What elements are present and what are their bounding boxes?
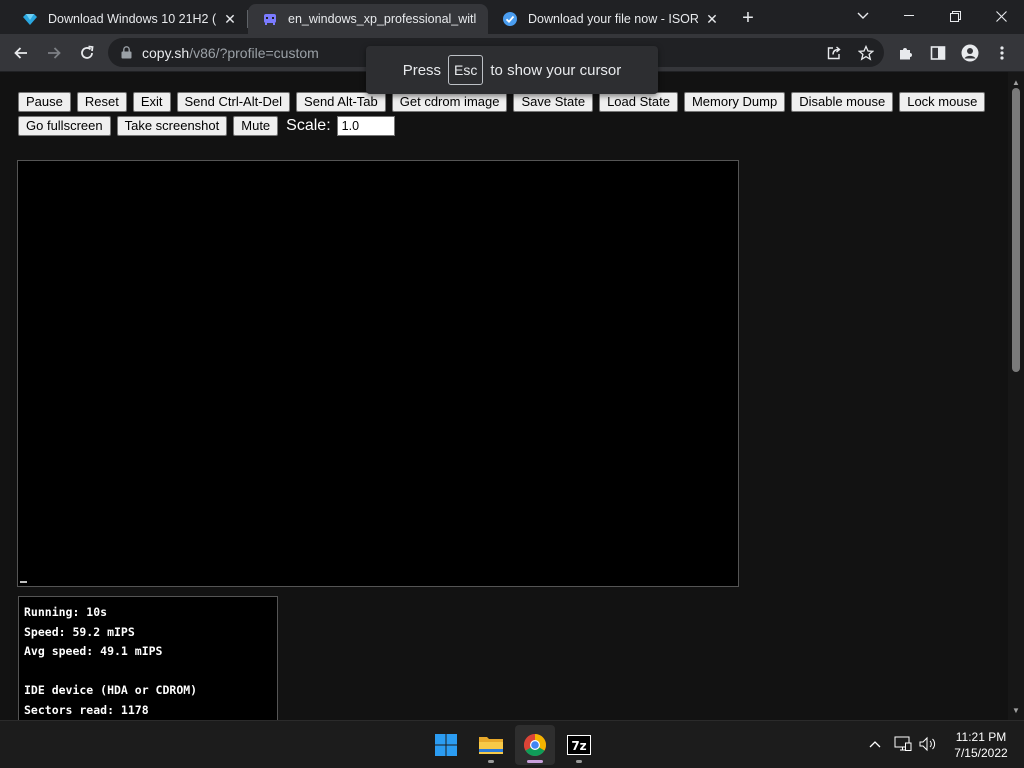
- scroll-down-arrow-icon[interactable]: ▼: [1008, 702, 1024, 718]
- close-icon[interactable]: ✕: [222, 11, 238, 27]
- pause-button[interactable]: Pause: [18, 92, 71, 112]
- go-fullscreen-button[interactable]: Go fullscreen: [18, 116, 111, 136]
- volume-icon[interactable]: [917, 733, 939, 755]
- stat-speed: Speed: 59.2 mIPS: [24, 624, 135, 639]
- send-ctrl-alt-del-button[interactable]: Send Ctrl-Alt-Del: [176, 92, 291, 112]
- lock-mouse-button[interactable]: Lock mouse: [899, 92, 986, 112]
- menu-kebab-icon[interactable]: [990, 41, 1014, 65]
- svg-text:7z: 7z: [571, 739, 586, 753]
- network-icon[interactable]: [892, 733, 914, 755]
- emulator-stats-panel: Running: 10s Speed: 59.2 mIPS Avg speed:…: [18, 596, 278, 720]
- system-clock[interactable]: 11:21 PM 7/15/2022: [944, 729, 1018, 761]
- forward-button[interactable]: [42, 41, 66, 65]
- url-text[interactable]: copy.sh/v86/?profile=custom: [142, 45, 319, 61]
- share-icon[interactable]: [822, 41, 846, 65]
- reload-button[interactable]: [75, 41, 99, 65]
- extensions-puzzle-icon[interactable]: [894, 41, 918, 65]
- close-icon[interactable]: ✕: [704, 11, 720, 27]
- tab-title: en_windows_xp_professional_witl: [288, 12, 477, 26]
- running-indicator: [488, 760, 494, 763]
- exit-button[interactable]: Exit: [132, 92, 171, 112]
- stat-ide-header: IDE device (HDA or CDROM): [24, 683, 198, 698]
- emulator-controls: Pause Reset Exit Send Ctrl-Alt-Del Send …: [18, 92, 998, 140]
- url-host: copy.sh: [142, 44, 190, 61]
- lock-icon[interactable]: [120, 46, 132, 60]
- tab-title: Download Windows 10 21H2 (Bu: [48, 12, 216, 26]
- hint-prefix: Press: [402, 61, 442, 79]
- text-cursor: [20, 581, 27, 583]
- take-screenshot-button[interactable]: Take screenshot: [116, 116, 228, 136]
- profile-avatar-icon[interactable]: [958, 41, 982, 65]
- load-state-button[interactable]: Load State: [599, 92, 678, 112]
- url-path: /v86/?profile=custom: [189, 44, 319, 61]
- tab-download-your-file[interactable]: Download your file now - ISORIV ✕: [488, 4, 728, 34]
- page-scrollbar[interactable]: ▲ ▼: [1008, 72, 1024, 720]
- restore-button[interactable]: [932, 0, 978, 32]
- check-circle-icon: [502, 11, 518, 27]
- 7zip-icon[interactable]: 7z: [559, 725, 599, 765]
- active-indicator: [527, 760, 543, 763]
- esc-key-badge: Esc: [448, 55, 484, 85]
- save-state-button[interactable]: Save State: [513, 92, 594, 112]
- tab-en-windows-xp[interactable]: en_windows_xp_professional_witl: [248, 4, 488, 34]
- scrollbar-thumb[interactable]: [1012, 88, 1020, 372]
- windows-start-icon[interactable]: [426, 725, 466, 765]
- controls-row-1: Pause Reset Exit Send Ctrl-Alt-Del Send …: [18, 92, 998, 112]
- controls-row-2: Go fullscreen Take screenshot Mute Scale…: [18, 116, 998, 136]
- archive-invader-icon: [262, 11, 278, 27]
- scale-label: Scale:: [286, 117, 331, 134]
- tab-download-windows-10[interactable]: Download Windows 10 21H2 (Bu ✕: [8, 4, 246, 34]
- back-button[interactable]: [9, 41, 33, 65]
- get-cdrom-image-button[interactable]: Get cdrom image: [391, 92, 508, 112]
- mute-button[interactable]: Mute: [233, 116, 279, 136]
- new-tab-button[interactable]: +: [736, 6, 760, 30]
- reset-button[interactable]: Reset: [76, 92, 127, 112]
- clock-time: 11:21 PM: [955, 730, 1007, 744]
- stat-running: Running: 10s: [24, 605, 108, 619]
- file-explorer-icon[interactable]: [471, 725, 511, 765]
- windows-taskbar: 7z 11:21 PM 7/15/2022: [0, 720, 1024, 768]
- memory-dump-button[interactable]: Memory Dump: [683, 92, 786, 112]
- minimize-button[interactable]: [886, 0, 932, 32]
- emulator-screen[interactable]: [17, 160, 739, 587]
- stat-avg-speed: Avg speed: 49.1 mIPS: [24, 644, 163, 659]
- scale-input[interactable]: [336, 116, 395, 136]
- running-indicator: [576, 760, 582, 763]
- stat-spacer: [24, 662, 272, 682]
- hint-suffix: to show your cursor: [490, 61, 622, 79]
- mdl-diamond-icon: [22, 11, 38, 27]
- send-alt-tab-button[interactable]: Send Alt-Tab: [296, 92, 386, 112]
- tab-title: Download your file now - ISORIV: [528, 12, 698, 26]
- stat-sectors-read: Sectors read: 1178: [24, 702, 149, 717]
- pointer-lock-hint: Press Esc to show your cursor: [366, 46, 658, 94]
- chrome-icon[interactable]: [515, 725, 555, 765]
- clock-date: 7/15/2022: [954, 746, 1008, 760]
- close-window-button[interactable]: [978, 0, 1024, 32]
- show-hidden-icons-chevron-icon[interactable]: [864, 733, 886, 755]
- side-panel-icon[interactable]: [926, 41, 950, 65]
- bookmark-star-icon[interactable]: [854, 41, 878, 65]
- tab-search-chevron-icon[interactable]: [840, 0, 886, 32]
- disable-mouse-button[interactable]: Disable mouse: [791, 92, 894, 112]
- emulator-page: Pause Reset Exit Send Ctrl-Alt-Del Send …: [0, 72, 1008, 720]
- browser-tab-strip: Download Windows 10 21H2 (Bu ✕ en_window…: [0, 0, 1024, 34]
